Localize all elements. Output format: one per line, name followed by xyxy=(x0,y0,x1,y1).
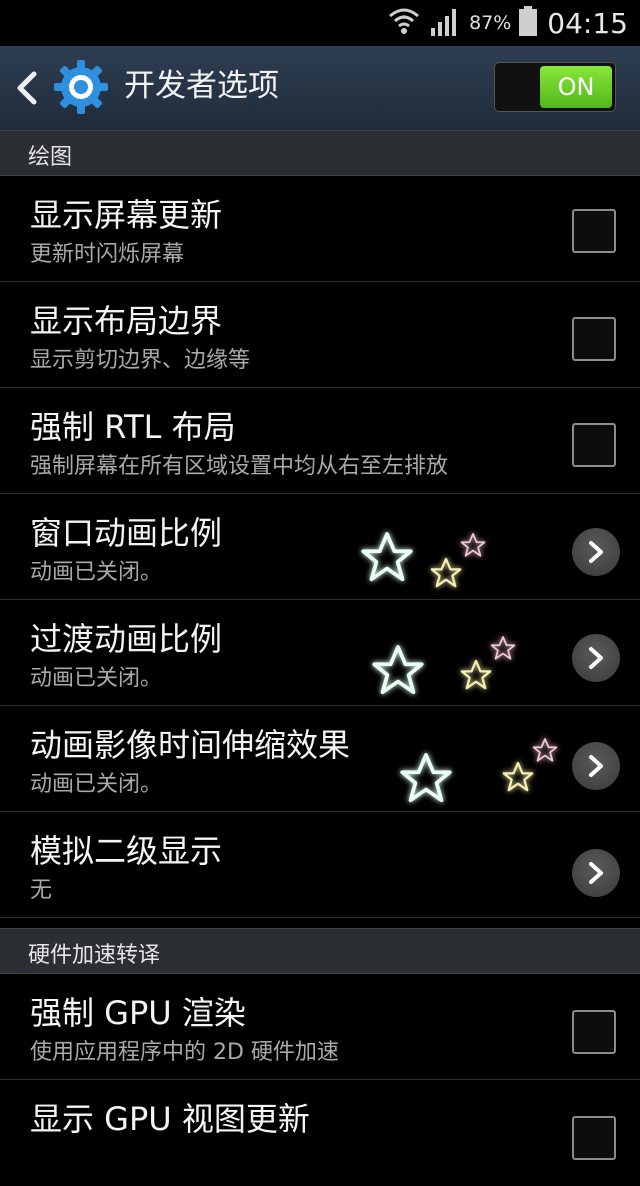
page-title: 开发者选项 xyxy=(124,68,279,104)
setting-row-show-screen-updates[interactable]: 显示屏幕更新 更新时闪烁屏幕 xyxy=(0,176,640,282)
chevron-right-icon xyxy=(589,755,603,777)
status-bar: 87% 04:15 xyxy=(0,0,640,46)
force-rtl-layout-checkbox[interactable] xyxy=(572,423,616,467)
show-layout-bounds-checkbox[interactable] xyxy=(572,317,616,361)
developer-options-toggle[interactable]: ON xyxy=(494,62,616,112)
setting-summary: 动画已关闭。 xyxy=(30,772,163,797)
transition-animation-scale-chevron[interactable] xyxy=(572,634,620,682)
section-header-label: 硬件加速转译 xyxy=(28,943,161,968)
action-bar: 开发者选项 ON xyxy=(0,46,640,131)
setting-row-window-animation-scale[interactable]: 窗口动画比例 动画已关闭。 xyxy=(0,494,640,600)
setting-summary: 使用应用程序中的 2D 硬件加速 xyxy=(30,1040,339,1065)
signal-icon xyxy=(429,6,461,40)
back-arrow-icon xyxy=(17,71,37,105)
setting-title: 显示 GPU 视图更新 xyxy=(30,1100,310,1138)
gear-icon xyxy=(54,60,108,114)
chevron-right-icon xyxy=(589,647,603,669)
setting-row-show-gpu-view-updates[interactable]: 显示 GPU 视图更新 xyxy=(0,1080,640,1186)
setting-title: 显示布局边界 xyxy=(30,302,223,340)
toggle-on-label: ON xyxy=(540,66,612,108)
settings-gear-button[interactable] xyxy=(52,58,110,116)
section-header-label: 绘图 xyxy=(28,145,73,170)
setting-title: 模拟二级显示 xyxy=(30,832,223,870)
animator-duration-scale-chevron[interactable] xyxy=(572,742,620,790)
setting-summary: 动画已关闭。 xyxy=(30,666,163,691)
setting-title: 过渡动画比例 xyxy=(30,620,223,658)
window-animation-scale-chevron[interactable] xyxy=(572,528,620,576)
setting-summary: 显示剪切边界、边缘等 xyxy=(30,348,251,373)
setting-summary: 强制屏幕在所有区域设置中均从右至左排放 xyxy=(30,454,449,479)
setting-row-force-rtl-layout[interactable]: 强制 RTL 布局 强制屏幕在所有区域设置中均从右至左排放 xyxy=(0,388,640,494)
battery-icon xyxy=(519,6,538,40)
setting-title: 显示屏幕更新 xyxy=(30,196,223,234)
show-screen-updates-checkbox[interactable] xyxy=(572,209,616,253)
chevron-right-icon xyxy=(589,541,603,563)
setting-row-force-gpu-rendering[interactable]: 强制 GPU 渲染 使用应用程序中的 2D 硬件加速 xyxy=(0,974,640,1080)
show-gpu-view-updates-checkbox[interactable] xyxy=(572,1116,616,1160)
battery-percent: 87% xyxy=(469,12,512,34)
setting-summary: 动画已关闭。 xyxy=(30,560,163,585)
wifi-icon xyxy=(387,4,421,42)
section-header-hardware-acceleration: 硬件加速转译 xyxy=(0,928,640,974)
setting-row-transition-animation-scale[interactable]: 过渡动画比例 动画已关闭。 xyxy=(0,600,640,706)
chevron-right-icon xyxy=(589,862,603,884)
setting-row-animator-duration-scale[interactable]: 动画影像时间伸缩效果 动画已关闭。 xyxy=(0,706,640,812)
section-header-drawing: 绘图 xyxy=(0,130,640,176)
back-button[interactable] xyxy=(14,68,40,108)
setting-summary: 无 xyxy=(30,878,53,903)
setting-title: 动画影像时间伸缩效果 xyxy=(30,726,351,764)
setting-title: 强制 GPU 渲染 xyxy=(30,994,246,1032)
setting-row-simulate-secondary-display[interactable]: 模拟二级显示 无 xyxy=(0,812,640,918)
setting-summary: 更新时闪烁屏幕 xyxy=(30,242,185,267)
setting-title: 强制 RTL 布局 xyxy=(30,408,236,446)
simulate-secondary-display-chevron[interactable] xyxy=(572,849,620,897)
setting-title: 窗口动画比例 xyxy=(30,514,223,552)
force-gpu-rendering-checkbox[interactable] xyxy=(572,1010,616,1054)
clock: 04:15 xyxy=(547,6,628,40)
setting-row-show-layout-bounds[interactable]: 显示布局边界 显示剪切边界、边缘等 xyxy=(0,282,640,388)
